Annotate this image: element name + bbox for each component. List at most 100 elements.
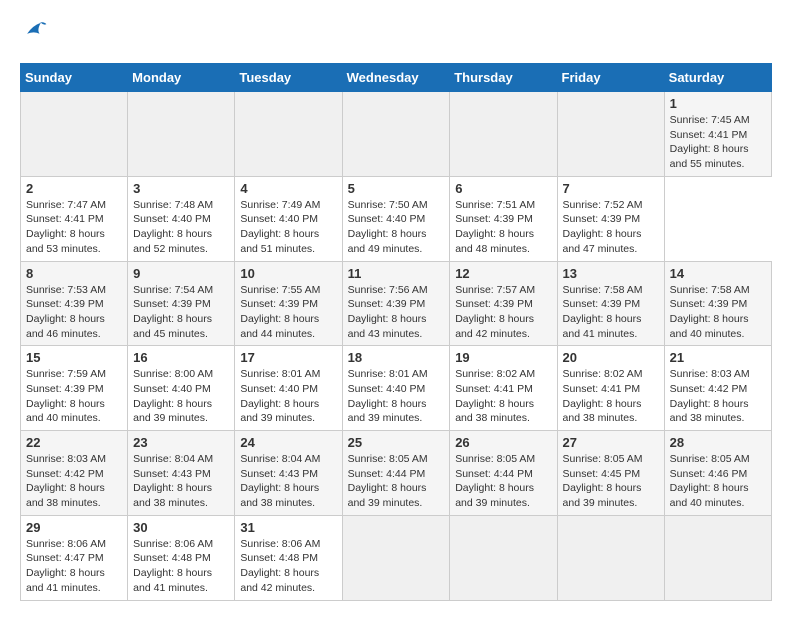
- calendar-cell: 10 Sunrise: 7:55 AMSunset: 4:39 PMDayligh…: [235, 261, 342, 346]
- calendar-table: SundayMondayTuesdayWednesdayThursdayFrid…: [20, 63, 772, 601]
- day-info: Sunrise: 8:02 AMSunset: 4:41 PMDaylight:…: [455, 367, 551, 426]
- col-header-saturday: Saturday: [664, 64, 771, 92]
- calendar-cell: 9 Sunrise: 7:54 AMSunset: 4:39 PMDaylight…: [128, 261, 235, 346]
- day-info: Sunrise: 8:05 AMSunset: 4:46 PMDaylight:…: [670, 452, 766, 511]
- day-number: 6: [455, 181, 551, 196]
- day-number: 1: [670, 96, 766, 111]
- col-header-sunday: Sunday: [21, 64, 128, 92]
- day-number: 27: [563, 435, 659, 450]
- day-info: Sunrise: 7:48 AMSunset: 4:40 PMDaylight:…: [133, 198, 229, 257]
- calendar-cell: [235, 92, 342, 177]
- calendar-cell: 14 Sunrise: 7:58 AMSunset: 4:39 PMDayligh…: [664, 261, 771, 346]
- day-number: 5: [348, 181, 445, 196]
- calendar-cell: 4Sunrise: 7:49 AMSunset: 4:40 PMDaylight…: [235, 176, 342, 261]
- calendar-cell: [342, 92, 450, 177]
- calendar-cell: 28 Sunrise: 8:05 AMSunset: 4:46 PMDayligh…: [664, 431, 771, 516]
- calendar-cell: 19 Sunrise: 8:02 AMSunset: 4:41 PMDayligh…: [450, 346, 557, 431]
- logo: [20, 20, 52, 47]
- day-info: Sunrise: 8:06 AMSunset: 4:47 PMDaylight:…: [26, 537, 122, 596]
- col-header-thursday: Thursday: [450, 64, 557, 92]
- calendar-cell: 8 Sunrise: 7:53 AMSunset: 4:39 PMDaylight…: [21, 261, 128, 346]
- day-info: Sunrise: 8:06 AMSunset: 4:48 PMDaylight:…: [133, 537, 229, 596]
- day-number: 30: [133, 520, 229, 535]
- calendar-cell: 29 Sunrise: 8:06 AMSunset: 4:47 PMDayligh…: [21, 515, 128, 600]
- calendar-cell: 16 Sunrise: 8:00 AMSunset: 4:40 PMDayligh…: [128, 346, 235, 431]
- calendar-cell: [557, 515, 664, 600]
- day-info: Sunrise: 8:05 AMSunset: 4:44 PMDaylight:…: [348, 452, 445, 511]
- day-number: 16: [133, 350, 229, 365]
- day-number: 7: [563, 181, 659, 196]
- calendar-cell: 5 Sunrise: 7:50 AMSunset: 4:40 PMDaylight…: [342, 176, 450, 261]
- day-number: 13: [563, 266, 659, 281]
- day-number: 28: [670, 435, 766, 450]
- calendar-cell: 30 Sunrise: 8:06 AMSunset: 4:48 PMDayligh…: [128, 515, 235, 600]
- week-row: 2Sunrise: 7:47 AMSunset: 4:41 PMDaylight…: [21, 176, 772, 261]
- day-number: 24: [240, 435, 336, 450]
- calendar-cell: 7 Sunrise: 7:52 AMSunset: 4:39 PMDaylight…: [557, 176, 664, 261]
- calendar-cell: 1 Sunrise: 7:45 AMSunset: 4:41 PMDaylight…: [664, 92, 771, 177]
- day-info: Sunrise: 8:02 AMSunset: 4:41 PMDaylight:…: [563, 367, 659, 426]
- calendar-cell: 24 Sunrise: 8:04 AMSunset: 4:43 PMDayligh…: [235, 431, 342, 516]
- day-info: Sunrise: 7:51 AMSunset: 4:39 PMDaylight:…: [455, 198, 551, 257]
- calendar-cell: 20 Sunrise: 8:02 AMSunset: 4:41 PMDayligh…: [557, 346, 664, 431]
- week-row: 15 Sunrise: 7:59 AMSunset: 4:39 PMDayligh…: [21, 346, 772, 431]
- day-number: 18: [348, 350, 445, 365]
- day-info: Sunrise: 8:04 AMSunset: 4:43 PMDaylight:…: [240, 452, 336, 511]
- calendar-cell: 31Sunrise: 8:06 AMSunset: 4:48 PMDayligh…: [235, 515, 342, 600]
- calendar-cell: 26Sunrise: 8:05 AMSunset: 4:44 PMDayligh…: [450, 431, 557, 516]
- day-number: 2: [26, 181, 122, 196]
- day-number: 10: [240, 266, 336, 281]
- col-header-wednesday: Wednesday: [342, 64, 450, 92]
- day-number: 23: [133, 435, 229, 450]
- day-number: 21: [670, 350, 766, 365]
- day-info: Sunrise: 8:06 AMSunset: 4:48 PMDaylight:…: [240, 537, 336, 596]
- day-number: 29: [26, 520, 122, 535]
- calendar-cell: 2Sunrise: 7:47 AMSunset: 4:41 PMDaylight…: [21, 176, 128, 261]
- calendar-cell: [21, 92, 128, 177]
- day-info: Sunrise: 7:59 AMSunset: 4:39 PMDaylight:…: [26, 367, 122, 426]
- week-row: 29 Sunrise: 8:06 AMSunset: 4:47 PMDayligh…: [21, 515, 772, 600]
- calendar-cell: 25 Sunrise: 8:05 AMSunset: 4:44 PMDayligh…: [342, 431, 450, 516]
- day-info: Sunrise: 7:50 AMSunset: 4:40 PMDaylight:…: [348, 198, 445, 257]
- day-info: Sunrise: 8:03 AMSunset: 4:42 PMDaylight:…: [26, 452, 122, 511]
- day-info: Sunrise: 7:49 AMSunset: 4:40 PMDaylight:…: [240, 198, 336, 257]
- page-header: [20, 20, 772, 47]
- calendar-cell: 15 Sunrise: 7:59 AMSunset: 4:39 PMDayligh…: [21, 346, 128, 431]
- day-info: Sunrise: 8:00 AMSunset: 4:40 PMDaylight:…: [133, 367, 229, 426]
- calendar-cell: 22 Sunrise: 8:03 AMSunset: 4:42 PMDayligh…: [21, 431, 128, 516]
- calendar-cell: 21Sunrise: 8:03 AMSunset: 4:42 PMDayligh…: [664, 346, 771, 431]
- day-info: Sunrise: 7:55 AMSunset: 4:39 PMDaylight:…: [240, 283, 336, 342]
- day-number: 19: [455, 350, 551, 365]
- week-row: 22 Sunrise: 8:03 AMSunset: 4:42 PMDayligh…: [21, 431, 772, 516]
- day-info: Sunrise: 8:01 AMSunset: 4:40 PMDaylight:…: [348, 367, 445, 426]
- calendar-cell: 13 Sunrise: 7:58 AMSunset: 4:39 PMDayligh…: [557, 261, 664, 346]
- day-number: 15: [26, 350, 122, 365]
- day-number: 3: [133, 181, 229, 196]
- day-number: 20: [563, 350, 659, 365]
- calendar-cell: 6 Sunrise: 7:51 AMSunset: 4:39 PMDaylight…: [450, 176, 557, 261]
- day-number: 8: [26, 266, 122, 281]
- calendar-cell: 12Sunrise: 7:57 AMSunset: 4:39 PMDayligh…: [450, 261, 557, 346]
- calendar-cell: [664, 515, 771, 600]
- day-info: Sunrise: 7:58 AMSunset: 4:39 PMDaylight:…: [670, 283, 766, 342]
- day-info: Sunrise: 8:05 AMSunset: 4:44 PMDaylight:…: [455, 452, 551, 511]
- day-number: 22: [26, 435, 122, 450]
- day-number: 12: [455, 266, 551, 281]
- day-info: Sunrise: 7:53 AMSunset: 4:39 PMDaylight:…: [26, 283, 122, 342]
- col-header-friday: Friday: [557, 64, 664, 92]
- calendar-cell: 27 Sunrise: 8:05 AMSunset: 4:45 PMDayligh…: [557, 431, 664, 516]
- calendar-cell: [342, 515, 450, 600]
- calendar-cell: 17Sunrise: 8:01 AMSunset: 4:40 PMDayligh…: [235, 346, 342, 431]
- day-number: 9: [133, 266, 229, 281]
- day-info: Sunrise: 7:52 AMSunset: 4:39 PMDaylight:…: [563, 198, 659, 257]
- day-number: 25: [348, 435, 445, 450]
- calendar-cell: 3 Sunrise: 7:48 AMSunset: 4:40 PMDaylight…: [128, 176, 235, 261]
- day-info: Sunrise: 8:05 AMSunset: 4:45 PMDaylight:…: [563, 452, 659, 511]
- day-info: Sunrise: 7:45 AMSunset: 4:41 PMDaylight:…: [670, 113, 766, 172]
- day-number: 14: [670, 266, 766, 281]
- day-info: Sunrise: 7:58 AMSunset: 4:39 PMDaylight:…: [563, 283, 659, 342]
- day-info: Sunrise: 7:54 AMSunset: 4:39 PMDaylight:…: [133, 283, 229, 342]
- calendar-cell: 18 Sunrise: 8:01 AMSunset: 4:40 PMDayligh…: [342, 346, 450, 431]
- col-header-monday: Monday: [128, 64, 235, 92]
- day-info: Sunrise: 8:01 AMSunset: 4:40 PMDaylight:…: [240, 367, 336, 426]
